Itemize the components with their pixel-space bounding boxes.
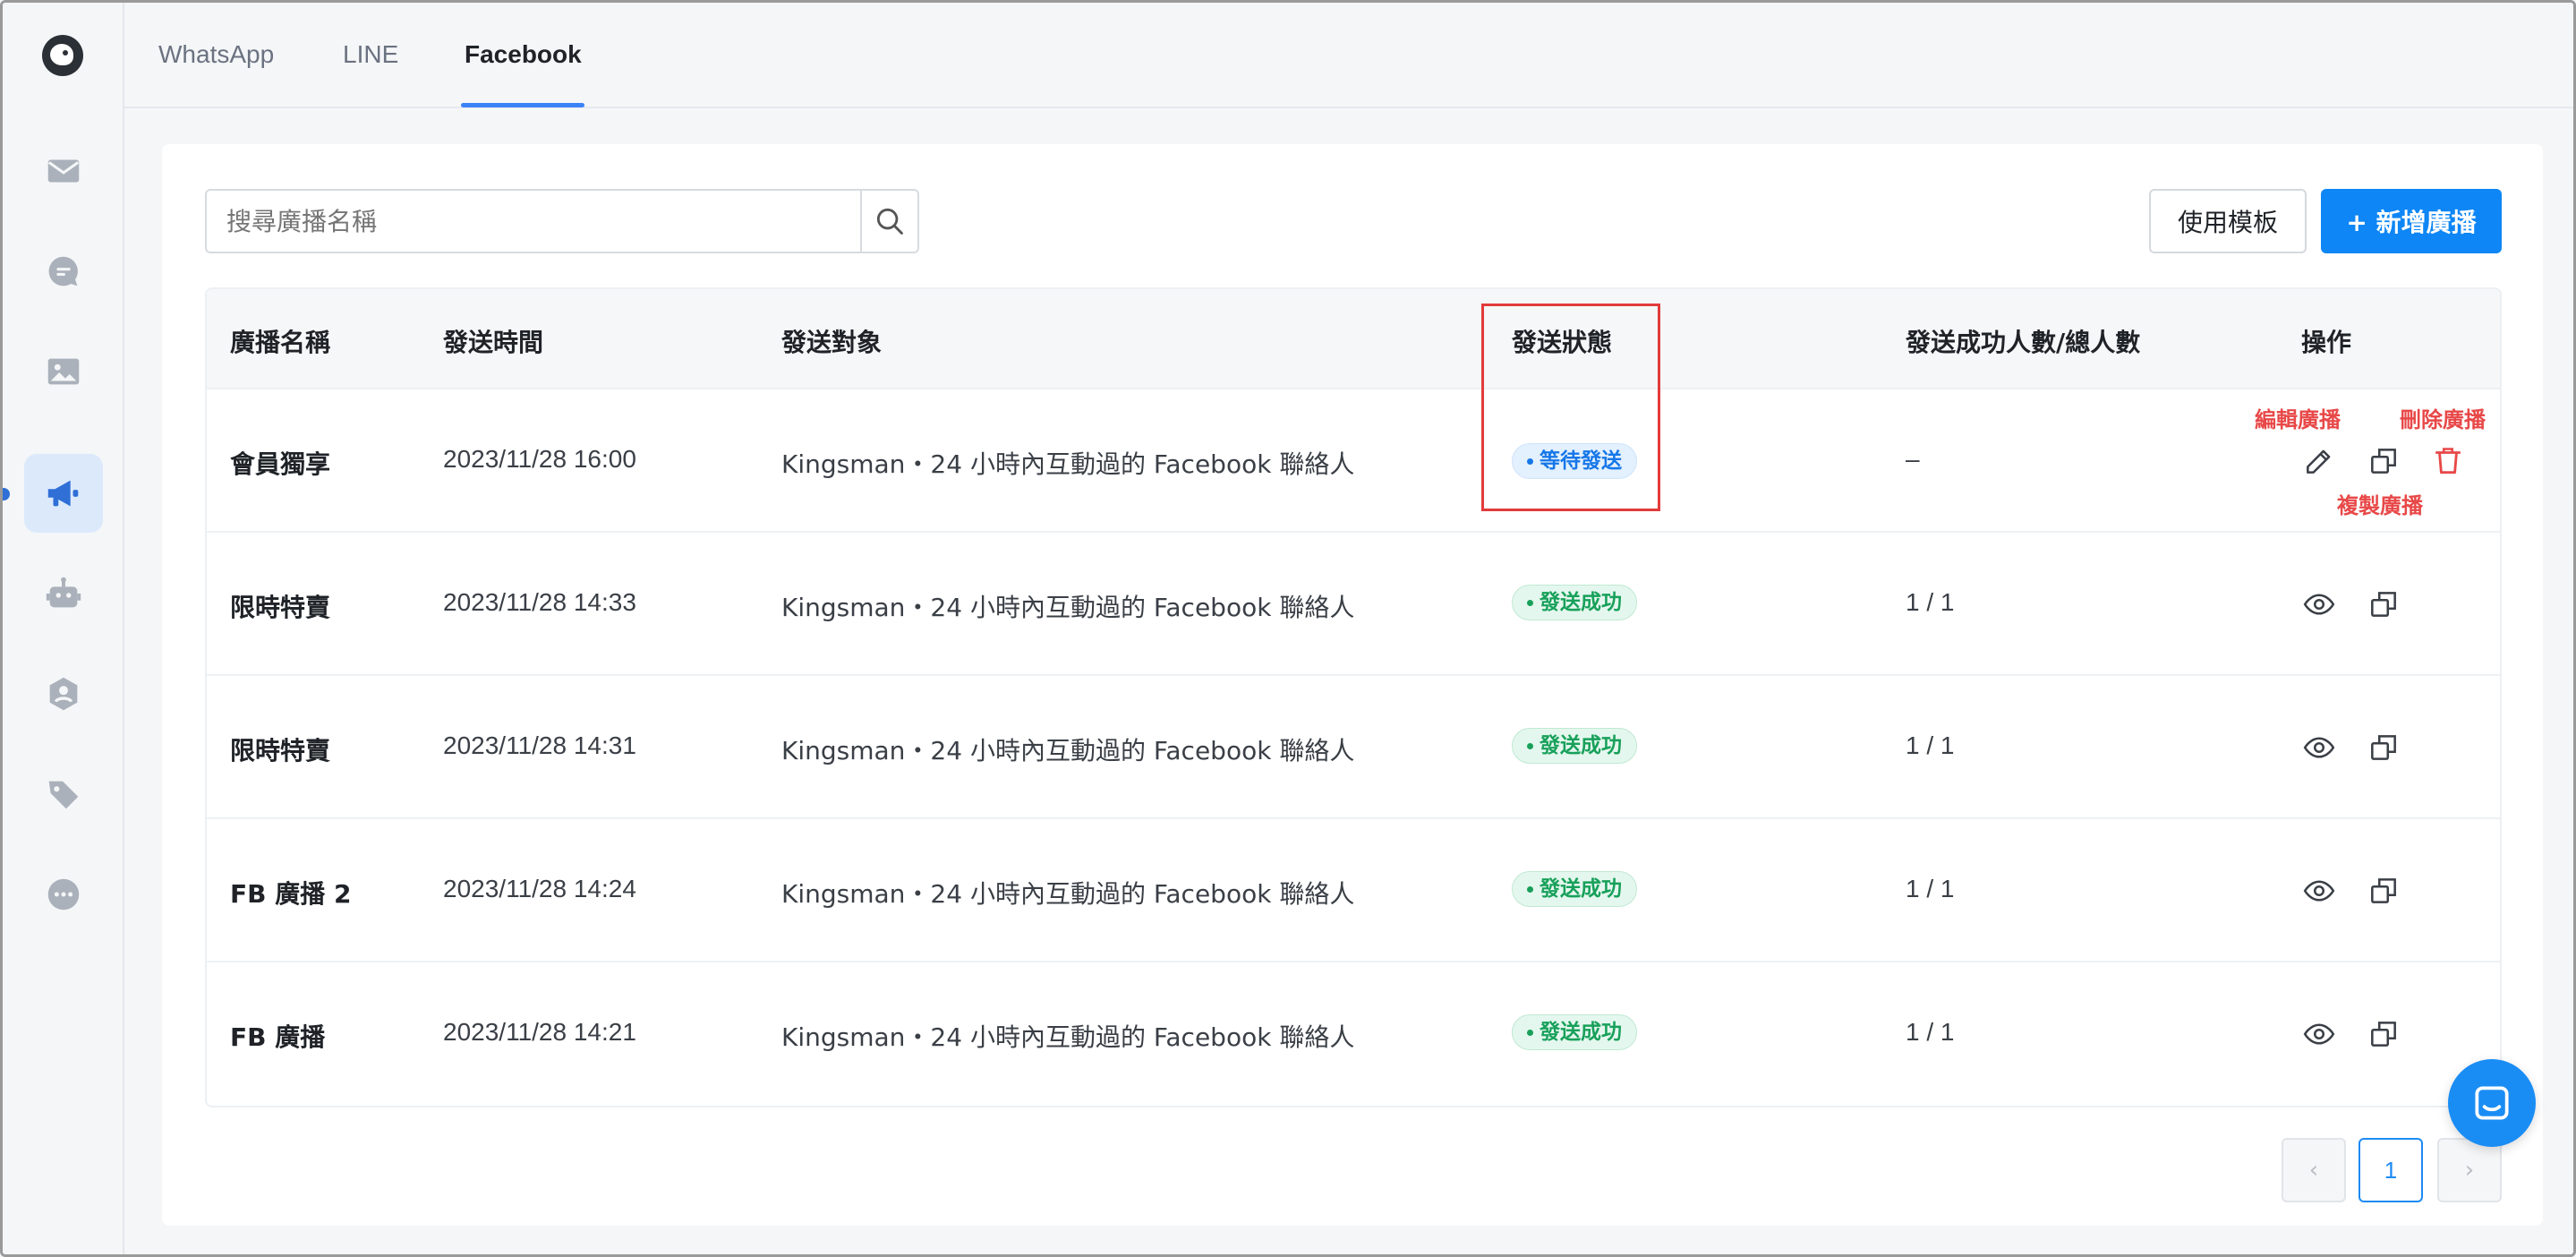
row-target: Kingsman・24 小時內互動過的 Facebook 聯絡人 xyxy=(781,593,1355,622)
row-time: 2023/11/28 14:24 xyxy=(443,875,636,902)
search-button[interactable] xyxy=(860,191,917,252)
more-icon xyxy=(47,878,80,911)
eye-icon xyxy=(2303,737,2335,758)
row-time: 2023/11/28 14:31 xyxy=(443,731,636,759)
next-page-button[interactable]: › xyxy=(2437,1138,2502,1202)
robot-icon xyxy=(46,577,81,608)
message-icon xyxy=(2475,1086,2509,1120)
eye-icon xyxy=(2303,1023,2335,1045)
row-name: 會員獨享 xyxy=(230,449,331,479)
row-target: Kingsman・24 小時內互動過的 Facebook 聯絡人 xyxy=(781,1022,1355,1052)
broadcast-panel: 使用模板 + 新增廣播 廣播名稱 發送時間 發送對象 發送狀態 發送成功人數/總… xyxy=(162,144,2543,1226)
row-target: Kingsman・24 小時內互動過的 Facebook 聯絡人 xyxy=(781,879,1355,909)
sidebar-item-more[interactable] xyxy=(24,855,103,934)
row-name: FB 廣播 2 xyxy=(230,879,352,909)
row-count: 1 / 1 xyxy=(1906,875,1955,902)
row-name: FB 廣播 xyxy=(230,1022,326,1052)
eye-icon xyxy=(2303,594,2335,615)
row-count: 1 / 1 xyxy=(1906,1018,1955,1046)
mail-icon xyxy=(47,159,80,183)
eye-icon xyxy=(2303,880,2335,902)
trash-icon xyxy=(2435,448,2461,475)
use-template-button[interactable]: 使用模板 xyxy=(2149,189,2307,253)
row-count: 1 / 1 xyxy=(1906,731,1955,759)
row-count: 1 / 1 xyxy=(1906,588,1955,616)
copy-button[interactable] xyxy=(2366,730,2401,765)
status-badge: 發送成功 xyxy=(1512,871,1637,907)
active-tab-underline xyxy=(461,103,584,107)
row-time: 2023/11/28 14:21 xyxy=(443,1018,636,1046)
copy-button[interactable] xyxy=(2366,1016,2401,1052)
view-button[interactable] xyxy=(2301,586,2337,622)
sidebar-item-mail[interactable] xyxy=(24,132,103,210)
channel-tabs: WhatsApp LINE Facebook xyxy=(124,3,2573,108)
edit-button[interactable] xyxy=(2301,443,2337,479)
edit-annotation: 編輯廣播 xyxy=(2255,407,2341,432)
support-chat-button[interactable] xyxy=(2448,1059,2536,1147)
view-button[interactable] xyxy=(2301,730,2337,765)
copy-icon xyxy=(2371,735,2396,760)
copy-icon xyxy=(2371,878,2396,903)
row-name: 限時特賣 xyxy=(230,736,331,765)
table-row: FB 廣播 2023/11/28 14:21 Kingsman・24 小時內互動… xyxy=(207,962,2500,1106)
search-box xyxy=(205,189,919,253)
image-icon xyxy=(47,358,80,385)
sidebar-item-tags[interactable] xyxy=(24,755,103,834)
tab-line[interactable]: LINE xyxy=(343,40,398,69)
copy-button[interactable] xyxy=(2366,586,2401,622)
table-row: 限時特賣 2023/11/28 14:31 Kingsman・24 小時內互動過… xyxy=(207,676,2500,819)
copy-button[interactable] xyxy=(2366,443,2401,479)
header-count: 發送成功人數/總人數 xyxy=(1906,328,2141,357)
delete-button[interactable] xyxy=(2430,443,2466,479)
sidebar-item-bot[interactable] xyxy=(24,554,103,633)
row-time: 2023/11/28 14:33 xyxy=(443,588,636,616)
chat-icon xyxy=(48,256,78,286)
prev-page-button[interactable]: ‹ xyxy=(2282,1138,2346,1202)
sidebar-item-broadcast[interactable] xyxy=(24,454,103,533)
broadcast-table: 廣播名稱 發送時間 發送對象 發送狀態 發送成功人數/總人數 操作 會員獨享 2… xyxy=(205,287,2502,1107)
view-button[interactable] xyxy=(2301,873,2337,909)
row-name: 限時特賣 xyxy=(230,593,331,622)
tab-facebook[interactable]: Facebook xyxy=(465,40,582,69)
header-actions: 操作 xyxy=(2301,328,2352,357)
edit-icon xyxy=(2307,449,2331,474)
row-target: Kingsman・24 小時內互動過的 Facebook 聯絡人 xyxy=(781,736,1355,765)
table-row: FB 廣播 2 2023/11/28 14:24 Kingsman・24 小時內… xyxy=(207,819,2500,962)
contact-icon xyxy=(49,677,78,711)
header-time: 發送時間 xyxy=(443,328,544,357)
copy-icon xyxy=(2371,449,2396,474)
app-window: WhatsApp LINE Facebook 使用模板 + 新增廣播 廣播名稱 … xyxy=(0,0,2576,1257)
search-input[interactable] xyxy=(209,192,860,250)
sidebar-item-contacts[interactable] xyxy=(24,654,103,733)
copy-button[interactable] xyxy=(2366,873,2401,909)
view-button[interactable] xyxy=(2301,1016,2337,1052)
status-badge: 發送成功 xyxy=(1512,1014,1637,1050)
page-number-button[interactable]: 1 xyxy=(2358,1138,2423,1202)
status-badge: 發送成功 xyxy=(1512,585,1637,620)
table-row: 會員獨享 2023/11/28 16:00 Kingsman・24 小時內互動過… xyxy=(207,389,2500,533)
header-target: 發送對象 xyxy=(781,328,883,357)
tag-icon xyxy=(48,781,79,809)
delete-annotation: 刪除廣播 xyxy=(2400,407,2486,432)
copy-annotation: 複製廣播 xyxy=(2337,493,2423,518)
row-count: – xyxy=(1906,445,1920,473)
tab-whatsapp[interactable]: WhatsApp xyxy=(158,40,274,69)
sidebar xyxy=(3,3,124,1254)
copy-icon xyxy=(2371,1022,2396,1047)
add-broadcast-button[interactable]: + 新增廣播 xyxy=(2321,189,2502,253)
table-header: 廣播名稱 發送時間 發送對象 發送狀態 發送成功人數/總人數 操作 xyxy=(207,289,2500,389)
search-icon xyxy=(876,208,903,235)
row-target: Kingsman・24 小時內互動過的 Facebook 聯絡人 xyxy=(781,449,1355,479)
sidebar-item-chat[interactable] xyxy=(24,232,103,311)
active-indicator xyxy=(3,488,10,500)
megaphone-icon xyxy=(47,480,79,507)
table-row: 限時特賣 2023/11/28 14:33 Kingsman・24 小時內互動過… xyxy=(207,533,2500,676)
header-name: 廣播名稱 xyxy=(230,328,331,357)
app-logo xyxy=(42,35,83,76)
row-time: 2023/11/28 16:00 xyxy=(443,445,636,473)
status-highlight-box xyxy=(1481,304,1660,511)
sidebar-item-media[interactable] xyxy=(24,332,103,411)
copy-icon xyxy=(2371,592,2396,617)
status-badge: 發送成功 xyxy=(1512,728,1637,764)
